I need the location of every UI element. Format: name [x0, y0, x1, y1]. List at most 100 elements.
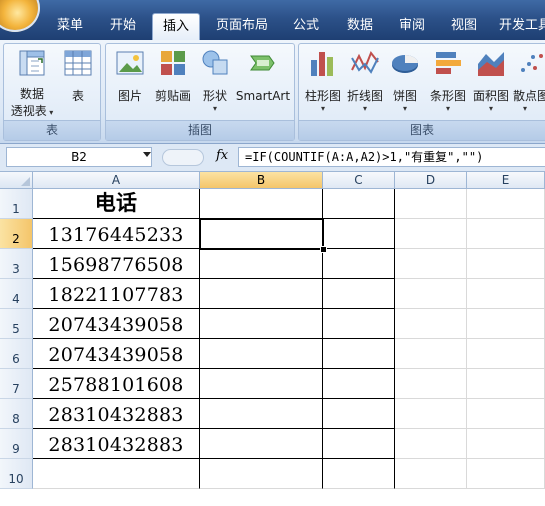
- cell-a9[interactable]: 28310432883: [33, 429, 200, 459]
- picture-button[interactable]: 图片: [112, 48, 148, 104]
- cell-b7[interactable]: [200, 369, 323, 399]
- cell-d6[interactable]: [395, 339, 467, 369]
- active-cell-outline[interactable]: [199, 218, 324, 250]
- clipart-button[interactable]: 剪贴画: [152, 48, 194, 104]
- chevron-down-icon[interactable]: [143, 152, 151, 157]
- cell-e7[interactable]: [467, 369, 545, 399]
- row-header-10[interactable]: 10: [0, 459, 33, 489]
- pie-chart-button[interactable]: 饼图 ▾: [387, 48, 423, 114]
- cell-d3[interactable]: [395, 249, 467, 279]
- cell-c6[interactable]: [323, 339, 395, 369]
- cell-c5[interactable]: [323, 309, 395, 339]
- row-header-3[interactable]: 3: [0, 249, 33, 279]
- cell-e3[interactable]: [467, 249, 545, 279]
- cell-d1[interactable]: [395, 189, 467, 219]
- cell-e8[interactable]: [467, 399, 545, 429]
- cell-c10[interactable]: [323, 459, 395, 489]
- office-logo-icon[interactable]: [0, 0, 40, 32]
- tab-insert[interactable]: 插入: [152, 13, 200, 40]
- cell-b4[interactable]: [200, 279, 323, 309]
- table-icon: [64, 50, 92, 76]
- tab-menu[interactable]: 菜单: [52, 13, 88, 40]
- row-header-5[interactable]: 5: [0, 309, 33, 339]
- scatter-chart-button[interactable]: 散点图 ▾: [513, 48, 545, 114]
- row-header-6[interactable]: 6: [0, 339, 33, 369]
- cell-d10[interactable]: [395, 459, 467, 489]
- row-header-9[interactable]: 9: [0, 429, 33, 459]
- column-chart-icon: [311, 52, 333, 76]
- cell-a4[interactable]: 18221107783: [33, 279, 200, 309]
- cell-c3[interactable]: [323, 249, 395, 279]
- bar-chart-button[interactable]: 条形图 ▾: [427, 48, 469, 114]
- cell-c9[interactable]: [323, 429, 395, 459]
- cell-d2[interactable]: [395, 219, 467, 249]
- cell-b6[interactable]: [200, 339, 323, 369]
- tab-data[interactable]: 数据: [340, 13, 380, 40]
- column-header-c[interactable]: C: [323, 172, 395, 189]
- cell-c2[interactable]: [323, 219, 395, 249]
- row-header-8[interactable]: 8: [0, 399, 33, 429]
- cell-e1[interactable]: [467, 189, 545, 219]
- area-chart-button[interactable]: 面积图 ▾: [471, 48, 511, 114]
- pivot-table-button[interactable]: 数据 透视表 ▾: [10, 48, 54, 120]
- line-chart-button[interactable]: 折线图 ▾: [345, 48, 385, 114]
- scatter-chart-icon: [521, 54, 543, 72]
- cell-c4[interactable]: [323, 279, 395, 309]
- cell-c7[interactable]: [323, 369, 395, 399]
- cell-e6[interactable]: [467, 339, 545, 369]
- cell-d5[interactable]: [395, 309, 467, 339]
- row-header-4[interactable]: 4: [0, 279, 33, 309]
- cell-value: 18221107783: [48, 284, 184, 306]
- smartart-button[interactable]: SmartArt: [234, 48, 292, 104]
- cell-a2[interactable]: 13176445233: [33, 219, 200, 249]
- formula-input[interactable]: =IF(COUNTIF(A:A,A2)>1,"有重复",""): [238, 147, 545, 167]
- cell-b5[interactable]: [200, 309, 323, 339]
- cell-a1[interactable]: 电话: [33, 189, 200, 219]
- cell-e9[interactable]: [467, 429, 545, 459]
- cell-a6[interactable]: 20743439058: [33, 339, 200, 369]
- cell-c1[interactable]: [323, 189, 395, 219]
- column-chart-button[interactable]: 柱形图 ▾: [303, 48, 343, 114]
- cell-d9[interactable]: [395, 429, 467, 459]
- cell-b10[interactable]: [200, 459, 323, 489]
- column-header-d[interactable]: D: [395, 172, 467, 189]
- dropdown-caret-icon: ▾: [362, 104, 367, 113]
- cell-d7[interactable]: [395, 369, 467, 399]
- column-header-b[interactable]: B: [200, 172, 323, 189]
- cell-c8[interactable]: [323, 399, 395, 429]
- row-header-2[interactable]: 2: [0, 219, 33, 249]
- tab-formulas[interactable]: 公式: [286, 13, 326, 40]
- row-header-7[interactable]: 7: [0, 369, 33, 399]
- fill-handle[interactable]: [320, 246, 327, 253]
- tab-home[interactable]: 开始: [105, 13, 141, 40]
- select-all-button[interactable]: [0, 172, 33, 189]
- tab-review[interactable]: 审阅: [392, 13, 432, 40]
- formula-bar-divider-handle[interactable]: [162, 149, 204, 166]
- dropdown-caret-icon: ▾: [488, 104, 493, 113]
- column-header-e[interactable]: E: [467, 172, 545, 189]
- cell-b3[interactable]: [200, 249, 323, 279]
- shapes-button[interactable]: 形状 ▾: [198, 48, 232, 114]
- cell-b8[interactable]: [200, 399, 323, 429]
- cell-d4[interactable]: [395, 279, 467, 309]
- cell-d8[interactable]: [395, 399, 467, 429]
- cell-a10[interactable]: [33, 459, 200, 489]
- table-button[interactable]: 表: [58, 48, 98, 104]
- function-icon[interactable]: fx: [216, 148, 228, 163]
- tab-developer[interactable]: 开发工具: [499, 13, 545, 40]
- cell-a7[interactable]: 25788101608: [33, 369, 200, 399]
- row-header-1[interactable]: 1: [0, 189, 33, 219]
- cell-e4[interactable]: [467, 279, 545, 309]
- cell-a3[interactable]: 15698776508: [33, 249, 200, 279]
- cell-e10[interactable]: [467, 459, 545, 489]
- tab-page-layout[interactable]: 页面布局: [211, 13, 273, 40]
- tab-view[interactable]: 视图: [444, 13, 484, 40]
- name-box[interactable]: B2: [6, 147, 152, 167]
- cell-a8[interactable]: 28310432883: [33, 399, 200, 429]
- cell-b9[interactable]: [200, 429, 323, 459]
- cell-e5[interactable]: [467, 309, 545, 339]
- cell-b1[interactable]: [200, 189, 323, 219]
- cell-e2[interactable]: [467, 219, 545, 249]
- cell-a5[interactable]: 20743439058: [33, 309, 200, 339]
- line-chart-label: 折线图: [346, 89, 383, 103]
